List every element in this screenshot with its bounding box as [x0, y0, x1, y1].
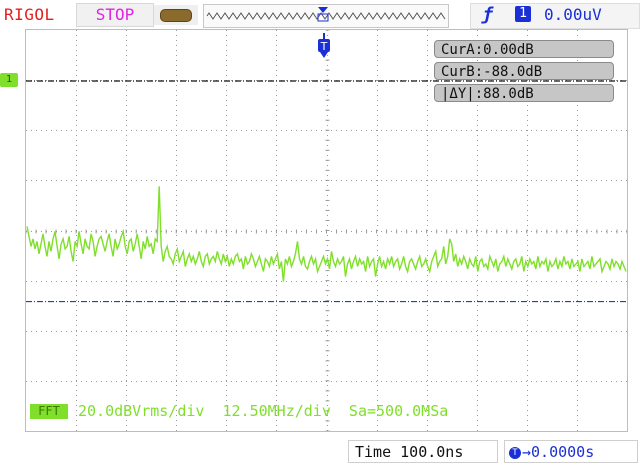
run-stop-status[interactable]: STOP — [76, 3, 154, 27]
trigger-position-marker[interactable]: T — [317, 33, 331, 63]
waveform-overview — [206, 7, 446, 22]
timebase-readout[interactable]: Time 100.0ns — [348, 440, 498, 463]
cursor-b-readout: CurB:-88.0dB — [434, 62, 614, 80]
memory-depth-icon — [160, 9, 192, 22]
brand-logo: RIGOL — [4, 5, 55, 24]
horizontal-position-bar[interactable] — [203, 4, 449, 28]
fft-settings-readout: 20.0dBVrms/div 12.50MHz/div Sa=500.0MSa — [78, 402, 449, 420]
trigger-edge-icon: ƒ — [482, 4, 493, 25]
cursor-a-readout: CurA:0.00dB — [434, 40, 614, 58]
trigger-position-icon — [317, 7, 329, 22]
svg-text:T: T — [320, 40, 328, 53]
offset-value: →0.0000s — [522, 443, 595, 461]
ch1-offset-marker[interactable]: 1 — [0, 73, 18, 87]
trigger-offset-icon: T — [509, 446, 521, 459]
trigger-source-badge: 1 — [515, 6, 531, 22]
fft-badge[interactable]: FFT — [30, 404, 68, 419]
ch1-marker-label: 1 — [5, 74, 13, 85]
horizontal-offset-readout[interactable]: T →0.0000s — [504, 440, 638, 463]
cursor-delta-readout: |ΔY|:88.0dB — [434, 84, 614, 102]
trigger-level: 0.00uV — [544, 5, 602, 24]
